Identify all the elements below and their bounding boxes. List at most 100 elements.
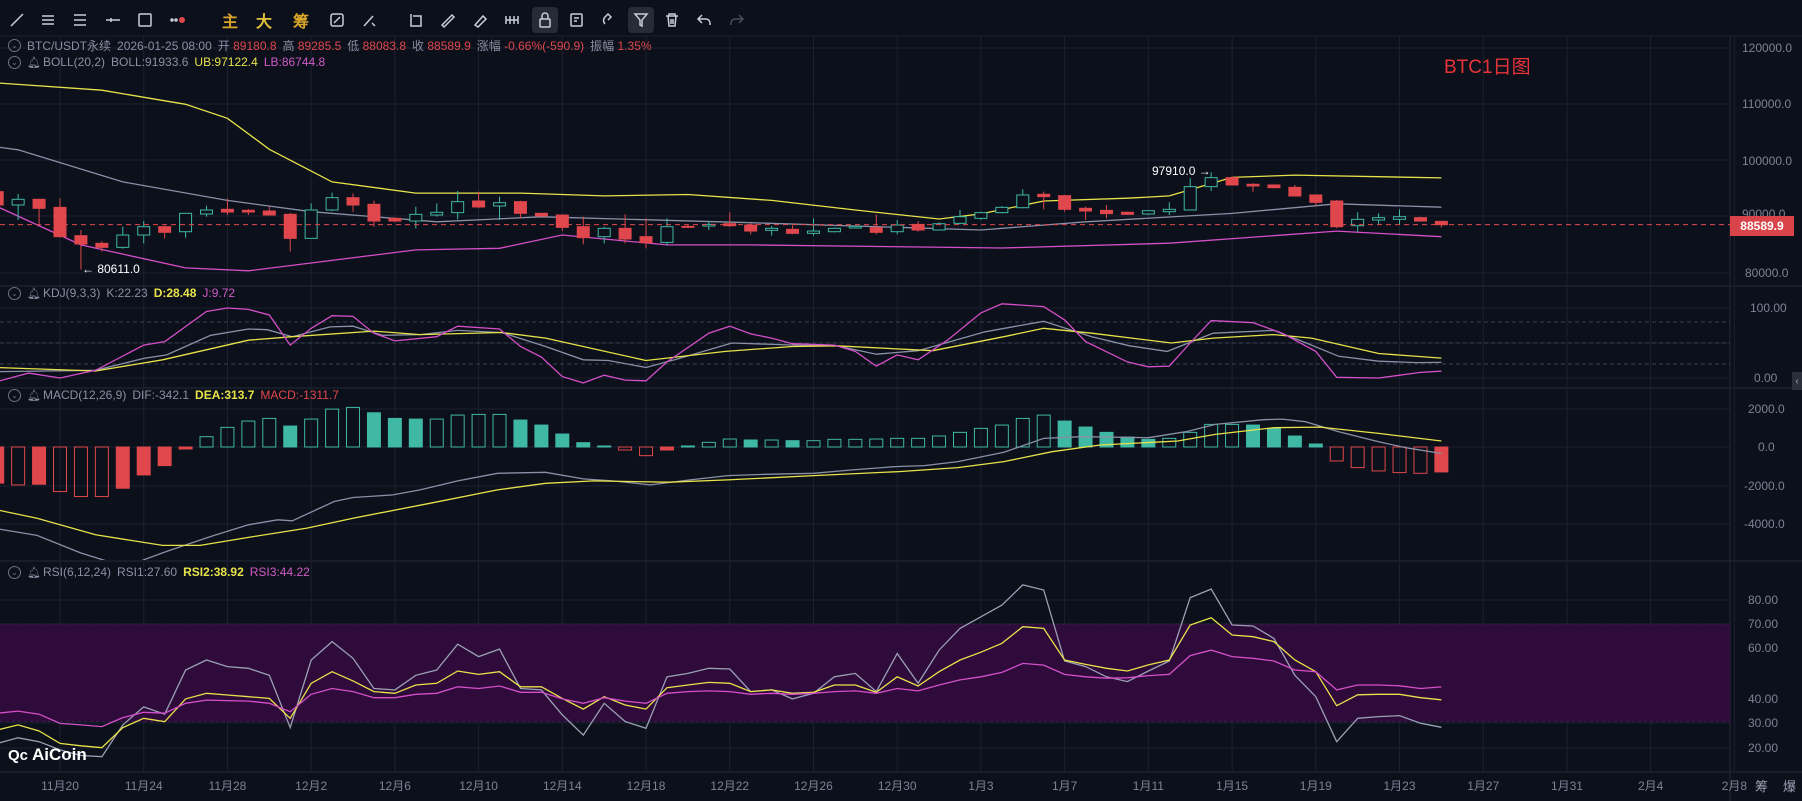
undo-button[interactable] (691, 7, 717, 33)
magnet-icon (602, 12, 613, 25)
trash-icon (666, 13, 678, 27)
main-force-button[interactable]: 主 (217, 7, 243, 33)
candle-body (1225, 177, 1239, 186)
candle (1393, 209, 1407, 226)
candle-body (430, 211, 444, 216)
chip-distribution-button[interactable]: 筹 (288, 7, 314, 33)
bell-icon[interactable]: 🔔︎ (27, 56, 41, 69)
candle (1120, 211, 1134, 216)
macd-histogram-bar (576, 442, 591, 448)
time-axis-label: 12月14 (542, 779, 582, 793)
pattern-tool[interactable] (499, 7, 525, 33)
more-tools-button[interactable] (165, 7, 191, 33)
side-panel-toggle[interactable]: ‹ (1792, 372, 1802, 390)
candle-body (388, 217, 402, 222)
macd-histogram-bar (1434, 446, 1449, 473)
bell-icon[interactable]: 🔔︎ (27, 566, 41, 579)
rsi-axis-label: 20.00 (1748, 741, 1779, 755)
candle-body (618, 227, 632, 240)
delete-button[interactable] (659, 7, 685, 33)
eraser-tool[interactable] (467, 7, 493, 33)
boll-name[interactable]: BOLL(20,2) (43, 55, 105, 69)
change-label: 涨幅 (476, 39, 501, 53)
candle-body (493, 202, 507, 207)
filter-button[interactable] (628, 7, 654, 33)
kdj-j-value: J:9.72 (202, 286, 236, 300)
candle-body (179, 212, 193, 233)
macd-legend: ⌄ 🔔︎ MACD(12,26,9) DIF:-342.1 DEA:313.7 … (8, 388, 339, 402)
macd-histogram-bar (1350, 446, 1365, 469)
horizontal-lines-tool[interactable] (67, 7, 93, 33)
ruler-tool[interactable] (434, 7, 460, 33)
candle (1309, 194, 1323, 206)
candle (534, 212, 548, 217)
hray-icon (106, 18, 120, 22)
candle (116, 226, 130, 249)
candle-body (304, 209, 318, 239)
time-axis-label: 12月26 (794, 779, 833, 793)
rsi3-value: RSI3:44.22 (249, 565, 310, 579)
rectangle-tool[interactable] (132, 7, 158, 33)
macd-histogram-bar (1246, 424, 1261, 448)
trend-line-tool[interactable] (4, 7, 30, 33)
more-icon (170, 17, 185, 23)
collapse-icon[interactable]: ⌄ (8, 565, 21, 579)
kdj-legend: ⌄ 🔔︎ KDJ(9,3,3) K:22.23 D:28.48 J:9.72 (8, 286, 235, 300)
bell-icon[interactable]: 🔔︎ (27, 287, 41, 300)
macd-histogram-bar (555, 433, 570, 448)
chip-corner-button[interactable]: 筹 (1755, 776, 1768, 795)
macd-histogram-bar (534, 424, 549, 448)
liquidation-corner-button[interactable]: 爆 (1783, 776, 1796, 795)
candle (346, 193, 360, 212)
macd-histogram-bar (450, 414, 465, 448)
macd-panel (0, 406, 1449, 560)
collapse-icon[interactable]: ⌄ (8, 55, 21, 69)
macd-axis-label: -4000.0 (1744, 517, 1785, 531)
kdj-name[interactable]: KDJ(9,3,3) (43, 286, 100, 300)
time-axis-label: 1月27 (1467, 779, 1500, 793)
macd-histogram-bar (262, 417, 277, 448)
candle-body (1330, 200, 1344, 228)
candle (283, 212, 297, 252)
candle (1079, 206, 1093, 221)
bell-icon[interactable]: 🔔︎ (27, 389, 41, 402)
magnet-button[interactable] (596, 7, 622, 33)
macd-histogram-bar (1266, 427, 1281, 448)
sync-drawing-button[interactable] (324, 7, 350, 33)
candle-body (681, 225, 695, 228)
macd-histogram-bar (680, 445, 695, 448)
candle (786, 225, 800, 235)
measure-box-tool[interactable] (403, 7, 429, 33)
price-axis-label: 110000.0 (1742, 97, 1792, 111)
lock-drawings-button[interactable] (532, 7, 558, 33)
candle (430, 203, 444, 217)
brush-tool[interactable] (357, 7, 383, 33)
notes-button[interactable] (564, 7, 590, 33)
candle (304, 203, 318, 239)
collapse-icon[interactable]: ⌄ (8, 388, 21, 402)
rsi-axis-label: 80.00 (1748, 593, 1779, 607)
macd-name[interactable]: MACD(12,26,9) (43, 388, 126, 402)
macd-dea-value: DEA:313.7 (195, 388, 255, 402)
candle-body (1162, 208, 1176, 213)
line-icon (10, 13, 24, 27)
macd-histogram-bar (429, 418, 444, 448)
price-panel (0, 82, 1448, 272)
amplitude-value: 1.35% (617, 39, 652, 53)
candle-body (827, 227, 841, 233)
rsi-name[interactable]: RSI(6,12,24) (43, 565, 111, 579)
candle (158, 225, 172, 239)
low-label: 低 (347, 39, 360, 53)
big-order-button[interactable]: 大 (251, 7, 277, 33)
high-label: 高 (282, 39, 295, 53)
horizontal-ray-tool[interactable] (100, 7, 126, 33)
redo-button[interactable] (724, 7, 750, 33)
parallel-channel-tool[interactable] (35, 7, 61, 33)
candle-body (1100, 209, 1113, 215)
candle-body (1246, 183, 1260, 187)
pattern-icon (505, 16, 519, 24)
collapse-icon[interactable]: ⌄ (8, 286, 21, 300)
candle-body (848, 225, 862, 229)
candle-body (116, 234, 130, 248)
collapse-icon[interactable]: ⌄ (8, 39, 21, 52)
